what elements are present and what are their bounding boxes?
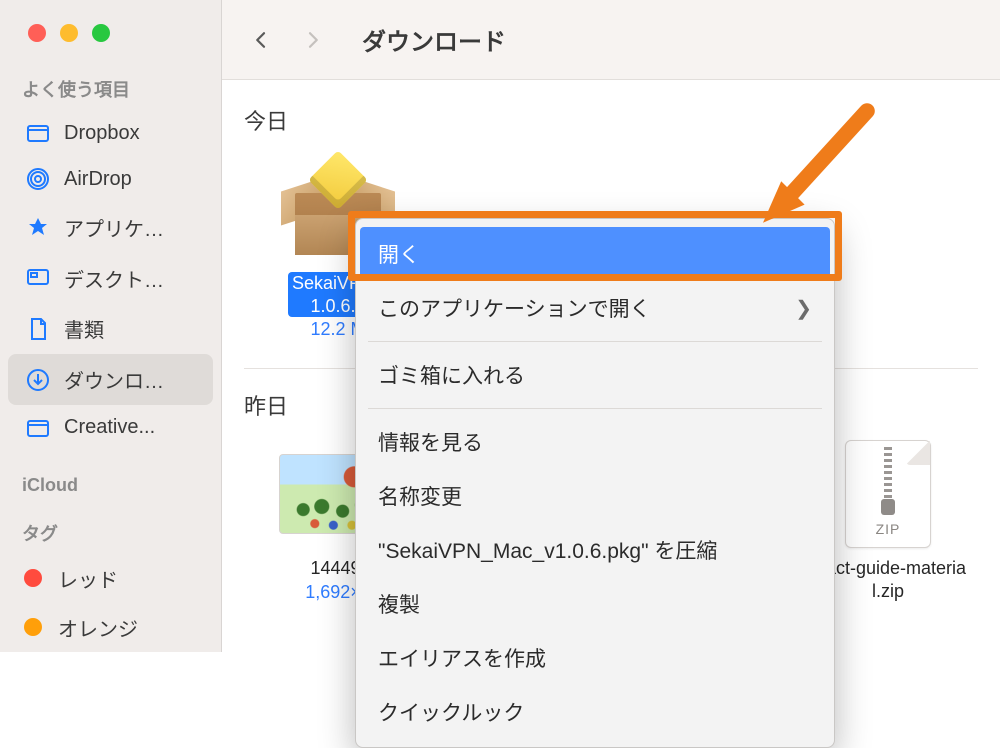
menu-item-label: 複製	[378, 589, 420, 619]
sidebar-section-tags: タグ	[0, 514, 221, 554]
window-title: ダウンロード	[362, 22, 506, 57]
context-menu-item-trash[interactable]: ゴミ箱に入れる	[356, 348, 834, 402]
group-header-today: 今日	[244, 104, 978, 136]
menu-item-label: 名称変更	[378, 481, 462, 511]
context-menu-item-duplicate[interactable]: 複製	[356, 577, 834, 631]
minimize-window-button[interactable]	[60, 24, 78, 42]
context-menu-item-quicklook[interactable]: クイックルック	[356, 685, 834, 739]
applications-icon	[26, 216, 50, 240]
sidebar-item-label: 書類	[64, 314, 104, 343]
menu-item-label: このアプリケーションで開く	[378, 293, 651, 323]
zip-icon: ZIP	[828, 439, 948, 549]
tag-color-icon	[24, 569, 42, 587]
menu-item-label: 開く	[378, 239, 420, 269]
folder-icon	[26, 121, 50, 145]
sidebar-item-creative[interactable]: Creative...	[8, 405, 213, 451]
context-menu-item-alias[interactable]: エイリアスを作成	[356, 631, 834, 685]
menu-separator	[368, 341, 822, 342]
menu-item-label: エイリアスを作成	[378, 643, 546, 673]
sidebar-tag-red[interactable]: レッド	[0, 554, 221, 603]
sidebar-item-label: Dropbox	[64, 122, 140, 145]
finder-window: よく使う項目 Dropbox AirDrop アプリケ… デスクト…	[0, 0, 1000, 652]
sidebar-item-label: ダウンロ…	[64, 365, 164, 394]
airdrop-icon	[26, 167, 50, 191]
sidebar-item-applications[interactable]: アプリケ…	[8, 202, 213, 253]
sidebar-item-airdrop[interactable]: AirDrop	[8, 156, 213, 202]
sidebar-item-documents[interactable]: 書類	[8, 304, 213, 355]
context-menu-item-getinfo[interactable]: 情報を見る	[356, 415, 834, 469]
folder-icon	[26, 416, 50, 440]
sidebar-section-icloud: iCloud	[0, 469, 221, 504]
sidebar-item-downloads[interactable]: ダウンロ…	[8, 354, 213, 405]
menu-item-label: "SekaiVPN_Mac_v1.0.6.pkg" を圧縮	[378, 535, 717, 565]
toolbar: ダウンロード	[222, 0, 1000, 80]
sidebar-tag-label: レッド	[58, 564, 118, 593]
context-menu-item-compress[interactable]: "SekaiVPN_Mac_v1.0.6.pkg" を圧縮	[356, 523, 834, 577]
context-menu: 開く このアプリケーションで開く ❯ ゴミ箱に入れる 情報を見る 名称変更 "S…	[355, 218, 835, 748]
nav-back-button[interactable]	[248, 27, 274, 53]
fullscreen-window-button[interactable]	[92, 24, 110, 42]
context-menu-item-rename[interactable]: 名称変更	[356, 469, 834, 523]
close-window-button[interactable]	[28, 24, 46, 42]
document-icon	[26, 317, 50, 341]
menu-item-label: クイックルック	[378, 697, 524, 727]
chevron-right-icon: ❯	[795, 296, 812, 321]
context-menu-item-open-with[interactable]: このアプリケーションで開く ❯	[356, 281, 834, 335]
sidebar-tag-label: オレンジ	[58, 613, 138, 642]
nav-forward-button[interactable]	[300, 27, 326, 53]
menu-item-label: ゴミ箱に入れる	[378, 360, 525, 390]
sidebar-item-dropbox[interactable]: Dropbox	[8, 110, 213, 156]
sidebar-item-desktop[interactable]: デスクト…	[8, 253, 213, 304]
zip-badge: ZIP	[876, 521, 901, 537]
sidebar-tag-orange[interactable]: オレンジ	[0, 603, 221, 652]
sidebar: よく使う項目 Dropbox AirDrop アプリケ… デスクト…	[0, 0, 222, 652]
sidebar-item-label: AirDrop	[64, 168, 132, 191]
sidebar-item-label: デスクト…	[64, 264, 164, 293]
downloads-icon	[26, 368, 50, 392]
context-menu-item-open[interactable]: 開く	[360, 227, 830, 281]
window-controls	[0, 8, 221, 70]
sidebar-item-label: Creative...	[64, 416, 155, 439]
desktop-icon	[26, 266, 50, 290]
sidebar-section-favorites: よく使う項目	[0, 70, 221, 110]
tag-color-icon	[24, 618, 42, 636]
sidebar-item-label: アプリケ…	[64, 213, 164, 242]
menu-item-label: 情報を見る	[378, 427, 483, 457]
menu-separator	[368, 408, 822, 409]
